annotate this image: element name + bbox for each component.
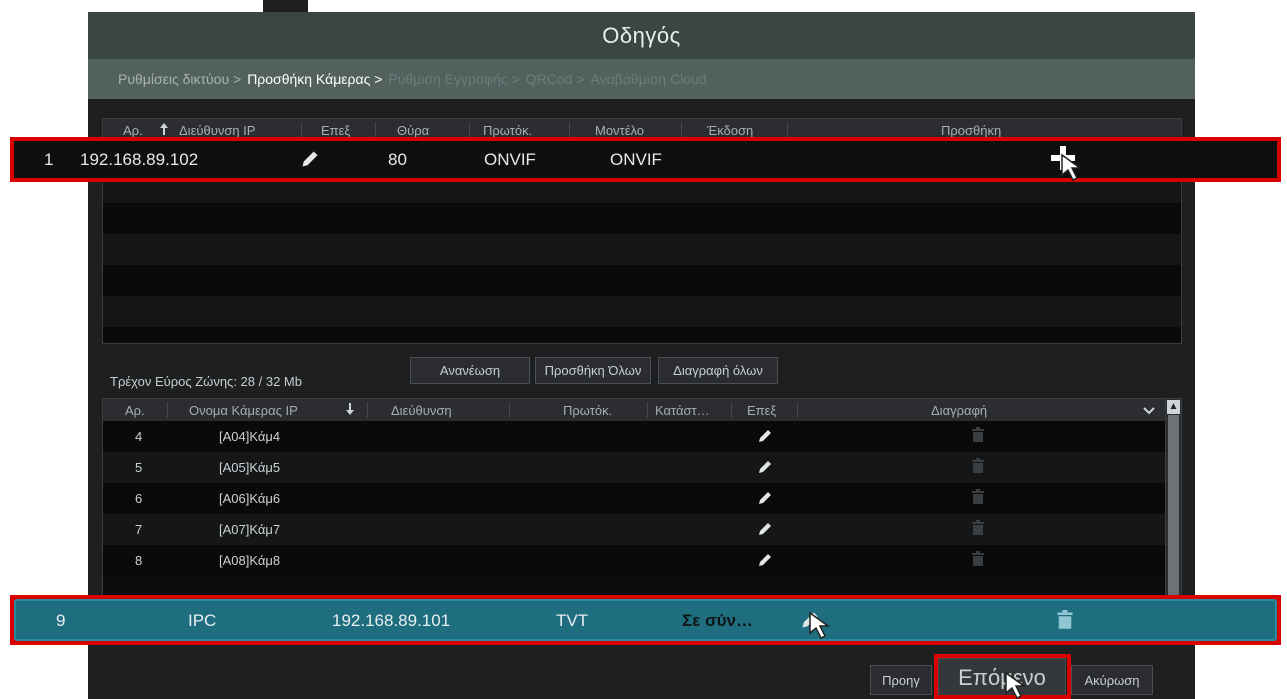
- added-cameras-table: Αρ. Ονομα Κάμερας IP Διεύθυνση Πρωτόκ. Κ…: [102, 398, 1182, 598]
- row-camera-name: [A05]Κάμ5: [219, 460, 281, 475]
- step-network-settings[interactable]: Ρυθμίσεις δικτύου >: [118, 71, 241, 87]
- header-version[interactable]: Έκδοση: [707, 123, 753, 138]
- step-cloud-upgrade: Αναβάθμιση Cloud: [590, 71, 707, 87]
- trash-icon: [971, 489, 985, 508]
- header-no[interactable]: Αρ.: [125, 403, 145, 418]
- step-qrcode: QRCod >: [525, 71, 585, 87]
- header-camera-name[interactable]: Ονομα Κάμερας IP: [189, 403, 298, 418]
- trash-icon: [971, 458, 985, 477]
- dialog-title: Οδηγός: [602, 22, 681, 48]
- scrollbar[interactable]: ▲: [1165, 399, 1181, 597]
- row-protocol: TVT: [556, 611, 589, 630]
- cursor-icon: [809, 611, 831, 640]
- header-edit[interactable]: Επεξ: [321, 123, 350, 138]
- pencil-icon[interactable]: [757, 459, 773, 478]
- header-add[interactable]: Προσθήκη: [941, 123, 1001, 138]
- step-add-camera[interactable]: Προσθήκη Κάμερας >: [247, 71, 382, 87]
- row-camera-name: IPC: [188, 611, 217, 630]
- row-camera-name: [A04]Κάμ4: [219, 429, 281, 444]
- cursor-icon: [1005, 671, 1027, 699]
- header-protocol[interactable]: Πρωτόκ.: [483, 123, 532, 138]
- row-model: ONVIF: [610, 150, 662, 169]
- pencil-icon[interactable]: [757, 428, 773, 447]
- pencil-icon[interactable]: [300, 149, 320, 174]
- wizard-steps: Ρυθμίσεις δικτύου > Προσθήκη Κάμερας > Ρ…: [88, 59, 1195, 99]
- header-no[interactable]: Αρ.: [123, 123, 143, 138]
- added-table-header: Αρ. Ονομα Κάμερας IP Διεύθυνση Πρωτόκ. Κ…: [103, 399, 1181, 421]
- trash-icon: [971, 520, 985, 539]
- row-status: Σε σύν…: [682, 611, 753, 630]
- row-no: 5: [135, 460, 143, 475]
- row-no: 8: [135, 553, 143, 568]
- search-result-row-highlight[interactable]: 1 192.168.89.102 80 ONVIF ONVIF: [10, 137, 1281, 182]
- header-model[interactable]: Μοντέλο: [595, 123, 644, 138]
- header-status[interactable]: Κατάστ…: [655, 403, 710, 418]
- header-ip[interactable]: Διεύθυνση IP: [179, 123, 255, 138]
- scroll-up-icon[interactable]: ▲: [1167, 400, 1180, 414]
- step-record-settings: Ρύθμιση Εγγραφής >: [388, 71, 520, 87]
- scroll-thumb[interactable]: [1168, 415, 1179, 597]
- row-no: 9: [56, 611, 66, 630]
- table-row[interactable]: 5 [A05]Κάμ5: [103, 452, 1165, 483]
- row-no: 7: [135, 522, 143, 537]
- delete-all-button[interactable]: Διαγραφή όλων: [658, 357, 778, 384]
- arrow-down-icon: [345, 402, 355, 419]
- row-protocol: ONVIF: [484, 150, 536, 169]
- row-camera-name: [A07]Κάμ7: [219, 522, 281, 537]
- header-edit[interactable]: Επεξ: [747, 403, 776, 418]
- previous-button[interactable]: Προηγ: [870, 665, 932, 695]
- pencil-icon[interactable]: [757, 552, 773, 571]
- header-protocol[interactable]: Πρωτόκ.: [563, 403, 612, 418]
- pencil-icon[interactable]: [757, 490, 773, 509]
- table-row[interactable]: 4 [A04]Κάμ4: [103, 421, 1165, 452]
- selected-camera-row-highlight[interactable]: 9 IPC 192.168.89.101 TVT Σε σύν…: [10, 595, 1281, 645]
- title-bar: Οδηγός: [88, 12, 1195, 59]
- cursor-icon: [1061, 153, 1083, 182]
- header-address[interactable]: Διεύθυνση: [391, 403, 452, 418]
- header-delete[interactable]: Διαγραφή: [931, 403, 987, 418]
- row-port: 80: [388, 150, 407, 169]
- row-camera-name: [A08]Κάμ8: [219, 553, 281, 568]
- row-ip: 192.168.89.102: [80, 150, 199, 169]
- refresh-button[interactable]: Ανανέωση: [410, 357, 530, 384]
- header-port[interactable]: Θύρα: [397, 123, 429, 138]
- next-button-highlight: [934, 654, 1071, 699]
- table-row[interactable]: 6 [A06]Κάμ6: [103, 483, 1165, 514]
- trash-icon: [971, 551, 985, 570]
- trash-icon: [971, 427, 985, 446]
- row-no: 4: [135, 429, 143, 444]
- row-no: 1: [44, 150, 54, 169]
- chevron-down-icon[interactable]: [1143, 404, 1155, 419]
- table-row[interactable]: 8 [A08]Κάμ8: [103, 545, 1165, 576]
- row-address: 192.168.89.101: [332, 611, 451, 630]
- row-camera-name: [A06]Κάμ6: [219, 491, 281, 506]
- pencil-icon[interactable]: [757, 521, 773, 540]
- cancel-button[interactable]: Ακύρωση: [1071, 665, 1153, 695]
- add-all-button[interactable]: Προσθήκη Όλων: [535, 357, 651, 384]
- row-no: 6: [135, 491, 143, 506]
- trash-icon[interactable]: [1056, 610, 1074, 635]
- table-row[interactable]: 7 [A07]Κάμ7: [103, 514, 1165, 545]
- bandwidth-label: Τρέχον Εύρος Ζώνης: 28 / 32 Mb: [110, 374, 302, 389]
- top-edge-mark: [263, 0, 308, 12]
